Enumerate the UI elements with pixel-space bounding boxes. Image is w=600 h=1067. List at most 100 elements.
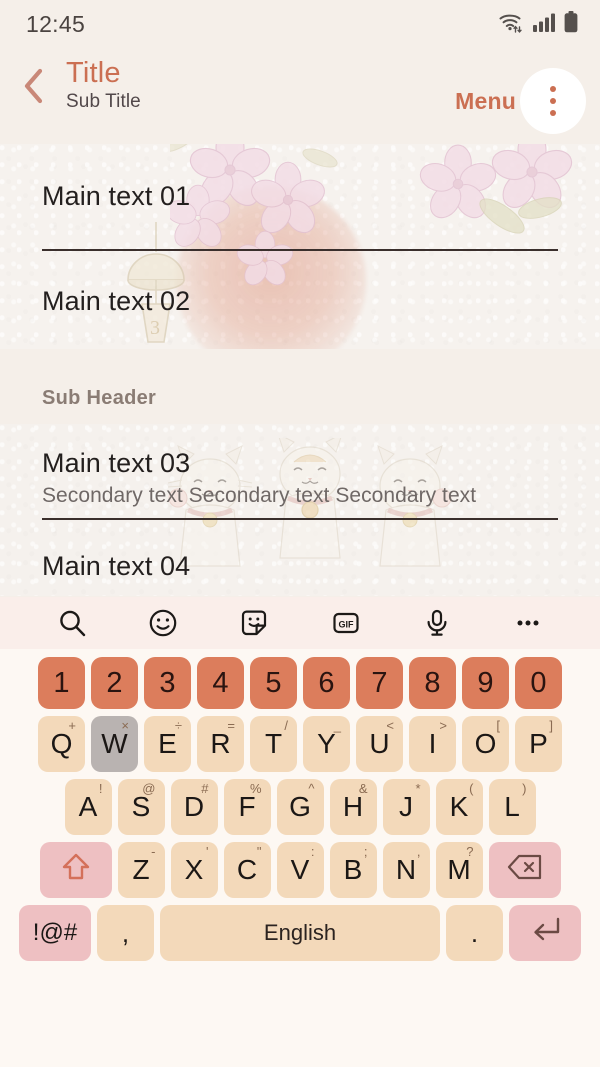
key-n-superscript: ,: [416, 844, 421, 859]
list-item-main-text: Main text 02: [42, 285, 191, 316]
sticker-icon[interactable]: [231, 600, 277, 646]
key-i[interactable]: > I: [409, 716, 456, 772]
backspace-key[interactable]: [488, 842, 561, 898]
key-t[interactable]: / T: [250, 716, 297, 772]
gif-icon[interactable]: GIF: [323, 600, 369, 646]
key-i-label: I: [428, 728, 437, 759]
key-f-superscript: %: [249, 781, 262, 796]
key-q-superscript: +: [68, 718, 76, 733]
key-3[interactable]: 3: [144, 657, 191, 709]
key-s[interactable]: @ S: [117, 779, 165, 835]
key-o-superscript: [: [496, 718, 500, 733]
key-j[interactable]: * J: [382, 779, 430, 835]
list-item[interactable]: Main text 02: [0, 251, 600, 351]
key-e-superscript: ÷: [174, 718, 182, 733]
key-2[interactable]: 2: [91, 657, 138, 709]
key-z[interactable]: -Z: [117, 842, 165, 898]
search-icon[interactable]: [49, 600, 95, 646]
keyboard-number-row: 1 2 3 4 5 6 7 8 9 0: [4, 657, 596, 709]
key-9[interactable]: 9: [462, 657, 509, 709]
key-c-label: C: [236, 854, 258, 885]
key-b-superscript: ;: [363, 844, 368, 859]
key-0[interactable]: 0: [515, 657, 562, 709]
key-d[interactable]: # D: [170, 779, 218, 835]
key-6[interactable]: 6: [303, 657, 350, 709]
key-r[interactable]: = R: [197, 716, 244, 772]
key-7[interactable]: 7: [356, 657, 403, 709]
key-v[interactable]: :V: [276, 842, 324, 898]
key-p[interactable]: ] P: [515, 716, 562, 772]
keyboard-row-bottom: !@# , English .: [4, 905, 596, 961]
key-n[interactable]: ,N: [382, 842, 430, 898]
key-x-superscript: ': [206, 844, 209, 859]
key-p-superscript: ]: [549, 718, 553, 733]
space-key[interactable]: English: [160, 905, 440, 961]
key-m-superscript: ?: [466, 844, 474, 859]
key-x-label: X: [184, 854, 204, 885]
key-8[interactable]: 8: [409, 657, 456, 709]
key-o[interactable]: [O: [462, 716, 509, 772]
key-b[interactable]: ; B: [329, 842, 377, 898]
key-w[interactable]: × W: [91, 716, 138, 772]
battery-icon: [564, 10, 578, 38]
more-vertical-icon-dot: [550, 98, 556, 104]
overflow-menu-button[interactable]: [520, 68, 586, 134]
key-o-label: O: [474, 728, 497, 759]
key-s-superscript: @: [142, 781, 156, 796]
key-w-superscript: ×: [121, 718, 129, 733]
key-r-superscript: =: [227, 718, 235, 733]
list-item-main-text: Main text 04: [42, 550, 191, 581]
key-y[interactable]: _ Y: [303, 716, 350, 772]
key-a-label: A: [78, 791, 98, 822]
key-c[interactable]: " C: [223, 842, 271, 898]
chevron-left-icon: [20, 67, 46, 110]
key-v-label: V: [290, 854, 310, 885]
list-item-main-text: Main text 03: [42, 448, 191, 478]
key-x[interactable]: ' X: [170, 842, 218, 898]
key-1[interactable]: 1: [38, 657, 85, 709]
symbols-key[interactable]: !@#: [19, 905, 91, 961]
key-i-superscript: >: [439, 718, 447, 733]
enter-key[interactable]: [509, 905, 581, 961]
signal-icon: [533, 12, 555, 37]
status-bar: 12:45: [0, 0, 600, 48]
key-e[interactable]: ÷ E: [144, 716, 191, 772]
microphone-icon[interactable]: [414, 600, 460, 646]
content-scroll-area[interactable]: 3 Main text 01 Main text 02 Sub Header M…: [0, 144, 600, 596]
key-u[interactable]: < U: [356, 716, 403, 772]
key-g-superscript: ^: [308, 781, 315, 796]
list-item[interactable]: Main text 04: [0, 520, 600, 590]
back-button[interactable]: [0, 54, 66, 114]
emoji-icon[interactable]: [140, 600, 186, 646]
key-t-superscript: /: [284, 718, 288, 733]
key-z-superscript: -: [151, 844, 156, 859]
more-horizontal-icon[interactable]: [505, 600, 551, 646]
shift-key[interactable]: [39, 842, 112, 898]
key-h[interactable]: & H: [329, 779, 377, 835]
keyboard-row-zxcv: -Z ' X " C :V ; B ,N ? M: [4, 842, 596, 898]
sub-header: Sub Header: [42, 387, 157, 409]
key-g[interactable]: ^ G: [276, 779, 324, 835]
key-l[interactable]: ) L: [488, 779, 536, 835]
list-item[interactable]: Main text 03 Secondary text Secondary te…: [0, 410, 600, 518]
key-p-label: P: [529, 728, 548, 759]
comma-key[interactable]: ,: [97, 905, 154, 961]
menu-button[interactable]: Menu: [455, 88, 516, 115]
list-item-secondary-text: Secondary text Secondary text Secondary …: [42, 484, 477, 507]
key-d-superscript: #: [201, 781, 209, 796]
list-item[interactable]: Main text 01: [0, 144, 600, 249]
key-4[interactable]: 4: [197, 657, 244, 709]
key-5[interactable]: 5: [250, 657, 297, 709]
period-key[interactable]: .: [446, 905, 503, 961]
keyboard-row-qwerty: + Q × W ÷ E = R / T _ Y < U > I [O ] P: [4, 716, 596, 772]
key-a[interactable]: ! A: [64, 779, 112, 835]
menu-area: Menu: [455, 54, 600, 134]
key-n-label: N: [395, 854, 417, 885]
key-f[interactable]: % F: [223, 779, 271, 835]
backspace-icon: [507, 854, 543, 887]
keyboard-rows: 1 2 3 4 5 6 7 8 9 0 + Q × W ÷ E = R / T _ Y < U…: [0, 649, 600, 971]
key-m[interactable]: ? M: [435, 842, 483, 898]
key-l-label: L: [504, 791, 520, 822]
key-q[interactable]: + Q: [38, 716, 85, 772]
key-k[interactable]: (K: [435, 779, 483, 835]
